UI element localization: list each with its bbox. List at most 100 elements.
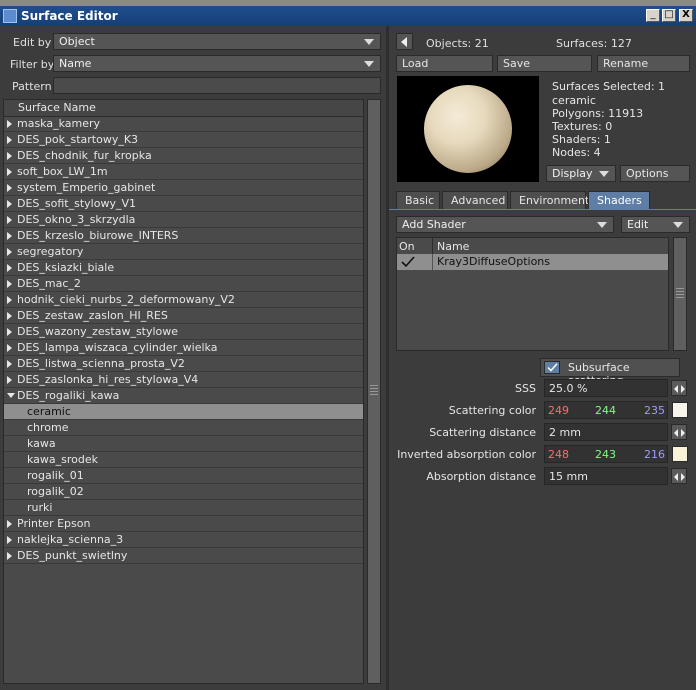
scattering-distance-value[interactable]: 2 mm bbox=[544, 423, 668, 441]
close-button[interactable]: X bbox=[679, 9, 693, 22]
absorption-distance-stepper[interactable] bbox=[671, 468, 687, 484]
sss-value[interactable]: 25.0 % bbox=[544, 379, 668, 397]
surface-group-row[interactable]: hodnik_cieki_nurbs_2_deformowany_V2 bbox=[4, 292, 363, 308]
surface-item[interactable]: kawa_srodek bbox=[4, 452, 363, 468]
surface-group-row[interactable]: DES_lampa_wiszaca_cylinder_wielka bbox=[4, 340, 363, 356]
sss-stepper[interactable] bbox=[671, 380, 687, 396]
collapsed-triangle-icon[interactable] bbox=[7, 312, 12, 320]
surface-group-row[interactable]: DES_pok_startowy_K3 bbox=[4, 132, 363, 148]
load-button[interactable]: Load bbox=[396, 55, 493, 72]
surface-group-row[interactable]: naklejka_scienna_3 bbox=[4, 532, 363, 548]
surface-group-row[interactable]: Printer Epson bbox=[4, 516, 363, 532]
collapsed-triangle-icon[interactable] bbox=[7, 184, 12, 192]
collapsed-triangle-icon[interactable] bbox=[7, 552, 12, 560]
arrow-right-icon bbox=[681, 473, 685, 481]
surface-item[interactable]: chrome bbox=[4, 420, 363, 436]
rename-button[interactable]: Rename bbox=[597, 55, 690, 72]
surface-group-row[interactable]: DES_listwa_scienna_prosta_V2 bbox=[4, 356, 363, 372]
edit-by-dropdown[interactable]: Object bbox=[53, 33, 381, 50]
surface-label: DES_sofit_stylowy_V1 bbox=[17, 197, 136, 210]
surface-group-row[interactable]: DES_zestaw_zaslon_HI_RES bbox=[4, 308, 363, 324]
info-nodes: Nodes: 4 bbox=[552, 146, 601, 159]
collapsed-triangle-icon[interactable] bbox=[7, 248, 12, 256]
surface-group-row[interactable]: DES_mac_2 bbox=[4, 276, 363, 292]
tab-basic[interactable]: Basic bbox=[396, 191, 440, 209]
surface-list-scrollbar[interactable] bbox=[367, 99, 381, 684]
surface-item[interactable]: ceramic bbox=[4, 404, 363, 420]
scrollbar-thumb[interactable] bbox=[368, 100, 380, 683]
collapsed-triangle-icon[interactable] bbox=[7, 536, 12, 544]
surface-group-row[interactable]: DES_okno_3_skrzydla bbox=[4, 212, 363, 228]
tab-advanced[interactable]: Advanced bbox=[442, 191, 508, 209]
expanded-triangle-icon[interactable] bbox=[7, 393, 15, 398]
absorption-distance-value[interactable]: 15 mm bbox=[544, 467, 668, 485]
column-divider bbox=[432, 254, 433, 270]
collapsed-triangle-icon[interactable] bbox=[7, 296, 12, 304]
scrollbar-thumb[interactable] bbox=[674, 238, 686, 350]
save-button[interactable]: Save bbox=[497, 55, 592, 72]
panel-divider[interactable] bbox=[386, 26, 389, 690]
collapsed-triangle-icon[interactable] bbox=[7, 344, 12, 352]
surface-group-row[interactable]: segregatory bbox=[4, 244, 363, 260]
collapsed-triangle-icon[interactable] bbox=[7, 168, 12, 176]
surface-item[interactable]: kawa bbox=[4, 436, 363, 452]
inverted-absorption-color-swatch[interactable] bbox=[672, 446, 688, 462]
shader-name: Kray3DiffuseOptions bbox=[437, 255, 551, 268]
edit-dropdown[interactable]: Edit bbox=[621, 216, 690, 233]
tab-shaders[interactable]: Shaders bbox=[588, 191, 650, 209]
scattering-distance-stepper[interactable] bbox=[671, 424, 687, 440]
surface-group-row[interactable]: DES_ksiazki_biale bbox=[4, 260, 363, 276]
shader-list-scrollbar[interactable] bbox=[673, 237, 687, 351]
surface-group-row[interactable]: soft_box_LW_1m bbox=[4, 164, 363, 180]
surface-group-row[interactable]: system_Emperio_gabinet bbox=[4, 180, 363, 196]
surface-group-row[interactable]: DES_rogaliki_kawa bbox=[4, 388, 363, 404]
collapsed-triangle-icon[interactable] bbox=[7, 232, 12, 240]
display-dropdown[interactable]: Display bbox=[546, 165, 616, 182]
collapsed-triangle-icon[interactable] bbox=[7, 328, 12, 336]
surface-label: DES_punkt_swietlny bbox=[17, 549, 128, 562]
filter-by-dropdown[interactable]: Name bbox=[53, 55, 381, 72]
subsurface-scattering-toggle[interactable]: Subsurface scattering bbox=[540, 358, 680, 387]
maximize-button[interactable]: □ bbox=[662, 9, 676, 22]
collapsed-triangle-icon[interactable] bbox=[7, 280, 12, 288]
tab-environment[interactable]: Environment bbox=[510, 191, 589, 209]
arrow-left-icon bbox=[674, 385, 678, 393]
surface-item[interactable]: rogalik_02 bbox=[4, 484, 363, 500]
pattern-input[interactable] bbox=[53, 77, 381, 94]
options-button[interactable]: Options bbox=[620, 165, 690, 182]
collapsed-triangle-icon[interactable] bbox=[7, 136, 12, 144]
collapsed-triangle-icon[interactable] bbox=[7, 200, 12, 208]
surface-group-row[interactable]: DES_krzeslo_biurowe_INTERS bbox=[4, 228, 363, 244]
surface-group-row[interactable]: DES_punkt_swietlny bbox=[4, 548, 363, 564]
surface-group-row[interactable]: DES_chodnik_fur_kropka bbox=[4, 148, 363, 164]
collapsed-triangle-icon[interactable] bbox=[7, 376, 12, 384]
collapsed-triangle-icon[interactable] bbox=[7, 216, 12, 224]
surface-label: rurki bbox=[27, 501, 53, 514]
collapsed-triangle-icon[interactable] bbox=[7, 264, 12, 272]
shader-row[interactable]: Kray3DiffuseOptions bbox=[397, 254, 668, 270]
grip-line bbox=[370, 388, 378, 389]
scattering-color-value[interactable]: 249 244 235 bbox=[544, 401, 668, 419]
checkbox[interactable] bbox=[544, 361, 560, 374]
inverted-absorption-color-value[interactable]: 248 243 216 bbox=[544, 445, 668, 463]
add-shader-dropdown[interactable]: Add Shader bbox=[396, 216, 614, 233]
minimize-button[interactable]: _ bbox=[646, 9, 660, 22]
checkmark-icon[interactable] bbox=[401, 256, 415, 268]
collapsed-triangle-icon[interactable] bbox=[7, 120, 12, 128]
green-value: 243 bbox=[595, 448, 616, 461]
surface-group-row[interactable]: DES_wazony_zestaw_stylowe bbox=[4, 324, 363, 340]
surface-item[interactable]: rogalik_01 bbox=[4, 468, 363, 484]
surface-group-row[interactable]: maska_kamery bbox=[4, 116, 363, 132]
collapsed-triangle-icon[interactable] bbox=[7, 520, 12, 528]
collapse-button[interactable] bbox=[396, 33, 413, 50]
surface-group-row[interactable]: DES_sofit_stylowy_V1 bbox=[4, 196, 363, 212]
collapsed-triangle-icon[interactable] bbox=[7, 152, 12, 160]
surface-group-row[interactable]: DES_zaslonka_hi_res_stylowa_V4 bbox=[4, 372, 363, 388]
collapsed-triangle-icon[interactable] bbox=[7, 360, 12, 368]
app-icon bbox=[3, 9, 17, 23]
surface-preview[interactable] bbox=[397, 76, 539, 182]
scattering-color-swatch[interactable] bbox=[672, 402, 688, 418]
surface-item[interactable]: rurki bbox=[4, 500, 363, 516]
arrow-left-icon bbox=[401, 37, 407, 47]
shader-list-header: On Name bbox=[397, 238, 668, 255]
